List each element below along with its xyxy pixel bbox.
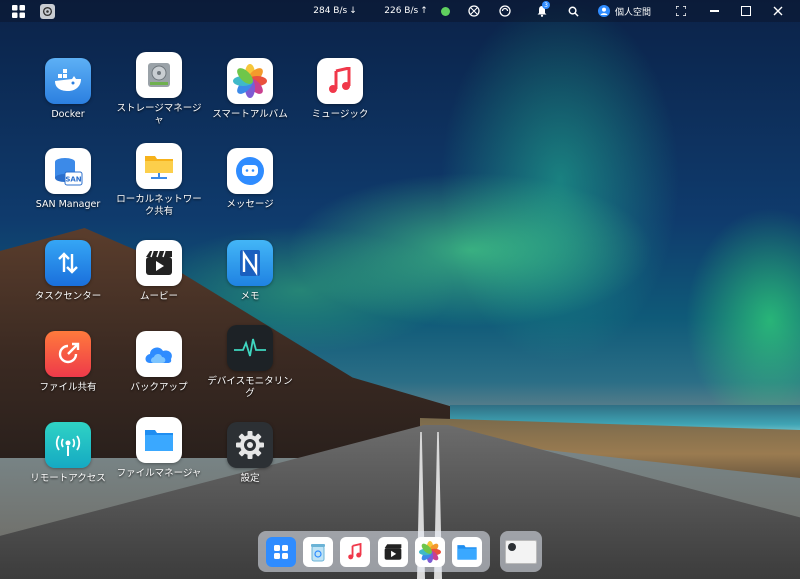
minimize-button[interactable] <box>706 0 722 22</box>
gear-icon <box>39 3 55 19</box>
remote-access-icon <box>45 422 91 468</box>
task-center-icon <box>45 240 91 286</box>
arrow-down-icon: ↓ <box>349 6 357 16</box>
app-movie[interactable]: ムービー <box>114 240 204 303</box>
notification-button[interactable]: 3 <box>533 0 551 22</box>
app-center-icon <box>273 544 288 559</box>
app-smart-album[interactable]: スマートアルバム <box>205 58 295 121</box>
download-speed: 284 B/s ↓ <box>305 0 365 22</box>
network-button[interactable] <box>466 0 482 22</box>
dock-smart-album[interactable] <box>414 536 445 567</box>
arrow-up-icon: ↑ <box>420 6 428 16</box>
grid-icon <box>11 4 25 18</box>
smart-album-icon <box>418 540 441 563</box>
start-menu-button[interactable] <box>8 0 28 22</box>
memo-icon <box>227 240 273 286</box>
app-backup[interactable]: バックアップ <box>114 331 204 394</box>
app-memo[interactable]: メモ <box>205 240 295 303</box>
app-san-manager[interactable]: SAN SAN Manager <box>23 148 113 211</box>
globe-icon <box>468 5 480 17</box>
user-icon <box>598 5 610 17</box>
backup-icon <box>136 331 182 377</box>
app-remote-access[interactable]: リモートアクセス <box>23 422 113 485</box>
app-label: ムービー <box>139 291 178 302</box>
app-label: SAN Manager <box>35 199 101 210</box>
app-label: ファイルマネージャ <box>116 468 202 479</box>
app-label: バックアップ <box>130 382 188 393</box>
movie-icon <box>384 543 401 560</box>
settings-taskbar-button[interactable] <box>37 0 57 22</box>
storage-manager-icon <box>136 52 182 98</box>
music-icon <box>348 542 362 559</box>
recycle-bin-icon <box>310 543 325 561</box>
file-manager-icon <box>136 417 182 463</box>
app-device-monitoring[interactable]: デバイスモニタリング <box>205 325 295 400</box>
app-label: Docker <box>51 109 85 120</box>
window-thumbnail <box>505 539 537 564</box>
dock-open-window-settings[interactable] <box>500 531 542 572</box>
movie-icon <box>136 240 182 286</box>
app-docker[interactable]: Docker <box>23 58 113 121</box>
app-label: メッセージ <box>226 199 274 210</box>
app-music[interactable]: ミュージック <box>295 58 385 121</box>
smart-album-icon <box>227 58 273 104</box>
app-settings[interactable]: 設定 <box>205 422 295 485</box>
device-monitoring-icon <box>227 325 273 371</box>
close-button[interactable] <box>770 0 786 22</box>
app-label: タスクセンター <box>34 291 102 302</box>
search-button[interactable] <box>565 0 581 22</box>
status-indicator[interactable] <box>437 0 453 22</box>
app-file-manager[interactable]: ファイルマネージャ <box>114 417 204 480</box>
file-share-icon <box>45 331 91 377</box>
file-manager-icon <box>457 544 477 560</box>
app-message[interactable]: メッセージ <box>205 148 295 211</box>
docker-icon <box>45 58 91 104</box>
san-manager-icon: SAN <box>45 148 91 194</box>
user-label: 個人空間 <box>615 7 652 18</box>
upload-speed: 226 B/s ↑ <box>376 0 436 22</box>
maximize-icon <box>741 6 751 16</box>
settings-icon <box>227 422 273 468</box>
app-label: ローカルネットワーク共有 <box>116 194 202 217</box>
close-icon <box>773 6 783 16</box>
dock-file-manager[interactable] <box>452 536 483 567</box>
san-badge-text: SAN <box>65 176 81 184</box>
app-label: ファイル共有 <box>39 382 97 393</box>
app-label: リモートアクセス <box>30 473 106 484</box>
dock-movie[interactable] <box>377 536 408 567</box>
user-menu[interactable]: 個人空間 <box>598 0 660 22</box>
app-file-share[interactable]: ファイル共有 <box>23 331 113 394</box>
sync-button[interactable] <box>497 0 513 22</box>
fullscreen-button[interactable] <box>673 0 689 22</box>
dock-recycle-bin[interactable] <box>302 536 333 567</box>
sync-icon <box>499 5 511 17</box>
upload-speed-text: 226 B/s <box>384 6 419 16</box>
dock-music[interactable] <box>340 536 371 567</box>
fullscreen-icon <box>676 6 686 16</box>
gear-icon <box>508 542 516 551</box>
music-icon <box>317 58 363 104</box>
app-label: デバイスモニタリング <box>207 376 293 399</box>
dock <box>258 531 490 572</box>
minimize-icon <box>709 10 719 12</box>
search-icon <box>568 6 579 17</box>
app-label: ストレージマネージャ <box>116 103 202 126</box>
local-network-share-icon <box>136 143 182 189</box>
app-storage-manager[interactable]: ストレージマネージャ <box>114 52 204 127</box>
status-dot-icon <box>440 6 450 16</box>
app-label: ミュージック <box>311 109 369 120</box>
app-label: 設定 <box>240 473 260 484</box>
app-local-network-share[interactable]: ローカルネットワーク共有 <box>114 143 204 218</box>
maximize-button[interactable] <box>738 0 754 22</box>
download-speed-text: 284 B/s <box>313 6 348 16</box>
dock-app-center[interactable] <box>265 536 296 567</box>
top-bar: 284 B/s ↓ 226 B/s ↑ 3 個人空間 <box>0 0 800 22</box>
notification-badge: 3 <box>542 1 550 9</box>
app-label: メモ <box>240 291 260 302</box>
message-icon <box>227 148 273 194</box>
app-label: スマートアルバム <box>212 109 288 120</box>
app-task-center[interactable]: タスクセンター <box>23 240 113 303</box>
